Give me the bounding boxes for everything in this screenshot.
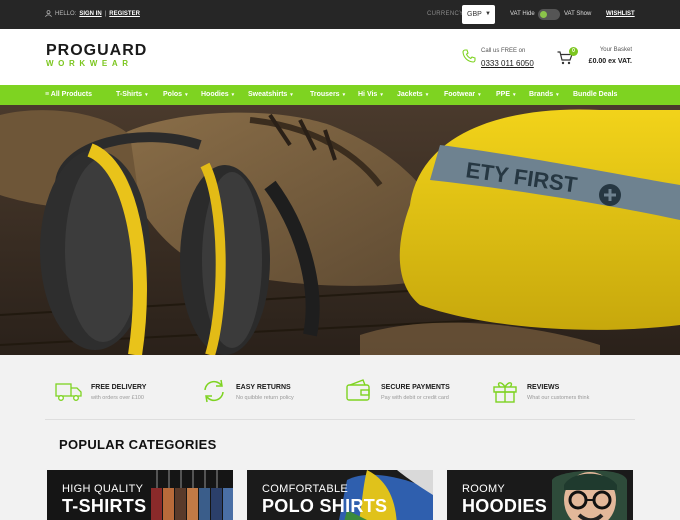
feature-title: EASY RETURNS	[236, 384, 291, 391]
top-bar: HELLO: SIGN IN | REGISTER CURRENCY GBP ▼…	[0, 0, 680, 29]
currency-select[interactable]: GBP ▼	[462, 5, 495, 24]
nav-label: All Products	[50, 91, 93, 98]
nav-label: PPE	[496, 91, 511, 98]
chevron-down-icon: ▾	[478, 92, 481, 98]
currency-label: CURRENCY	[427, 11, 464, 17]
basket-count-badge: 0	[569, 47, 578, 56]
feature-title: SECURE PAYMENTS	[381, 384, 450, 391]
nav-label: Brands	[529, 91, 554, 98]
chevron-down-icon: ▾	[185, 92, 188, 98]
wishlist-link[interactable]: WISHLIST	[606, 11, 635, 17]
main-nav: ≡ All Products T-Shirts ▾ Polos ▾ Hoodies ▾…	[0, 85, 680, 105]
features-bar: FREE DELIVERY with orders over £100 EASY…	[45, 372, 635, 420]
nav-item-trousers[interactable]: Trousers ▾	[310, 91, 345, 98]
category-card-hoodies[interactable]: ROOMY HOODIES	[447, 470, 633, 520]
nav-label: Bundle Deals	[573, 91, 618, 98]
chevron-down-icon: ▾	[290, 92, 293, 98]
nav-item-polos[interactable]: Polos ▾	[163, 91, 188, 98]
user-icon	[45, 10, 52, 17]
chevron-down-icon: ▾	[425, 92, 429, 98]
hero-banner[interactable]: ETY FIRST	[0, 105, 680, 355]
nav-label: Hi Vis	[358, 91, 378, 98]
nav-item-hoodies[interactable]: Hoodies ▾	[201, 91, 234, 98]
popular-categories-title: POPULAR CATEGORIES	[59, 437, 217, 452]
chevron-down-icon: ▾	[231, 92, 235, 98]
feature-subtitle: Pay with debit or credit card	[381, 395, 449, 401]
nav-item-bundle-deals[interactable]: Bundle Deals	[573, 91, 617, 98]
nav-item-t-shirts[interactable]: T-Shirts ▾	[116, 91, 148, 98]
vat-show-label: VAT Show	[564, 11, 592, 17]
nav-item-hi-vis[interactable]: Hi Vis ▾	[358, 91, 383, 98]
nav-item-ppe[interactable]: PPE ▾	[496, 91, 516, 98]
category-title: HOODIES	[462, 496, 548, 516]
logo-line2: WORKWEAR	[46, 59, 133, 68]
call-free-label: Call us FREE on	[481, 48, 526, 54]
basket-title: Your Basket	[599, 47, 632, 53]
feature-title: FREE DELIVERY	[91, 384, 147, 391]
feature-subtitle: with orders over £100	[91, 395, 144, 401]
truck-icon	[55, 383, 82, 401]
nav-label: T-Shirts	[116, 91, 143, 98]
category-subtitle: COMFORTABLE	[262, 483, 349, 495]
basket-total[interactable]: £0.00 ex VAT.	[589, 58, 632, 65]
nav-item-jackets[interactable]: Jackets ▾	[397, 91, 428, 98]
feature-title: REVIEWS	[527, 384, 560, 391]
nav-item-all-products[interactable]: ≡ All Products	[45, 91, 92, 98]
nav-label: Polos	[163, 91, 183, 98]
register-link[interactable]: REGISTER	[109, 11, 140, 17]
gift-icon	[493, 382, 517, 403]
currency-value: GBP	[467, 11, 482, 18]
account-links: HELLO: SIGN IN | REGISTER	[45, 10, 140, 17]
feature-subtitle: No quibble return policy	[236, 395, 294, 401]
wallet-icon	[346, 379, 370, 401]
nav-item-footwear[interactable]: Footwear ▾	[444, 91, 481, 98]
phone-icon	[462, 49, 476, 68]
category-subtitle: HIGH QUALITY	[62, 483, 144, 495]
chevron-down-icon: ▾	[556, 92, 559, 98]
toggle-knob	[540, 11, 547, 18]
chevron-down-icon: ▾	[145, 92, 148, 98]
nav-label: Jackets	[397, 91, 423, 98]
vat-hide-label: VAT Hide	[510, 11, 535, 17]
vat-toggle[interactable]	[538, 9, 560, 20]
nav-label: Trousers	[310, 91, 340, 98]
phone-number-link[interactable]: 0333 011 6050	[481, 59, 534, 68]
hello-label: HELLO:	[55, 10, 77, 17]
nav-label: Sweatshirts	[248, 91, 288, 98]
category-subtitle: ROOMY	[462, 483, 506, 495]
chevron-down-icon: ▾	[342, 92, 346, 98]
refresh-icon	[204, 379, 224, 403]
site-logo[interactable]: PROGUARD WORKWEAR	[46, 42, 148, 69]
nav-item-sweatshirts[interactable]: Sweatshirts ▾	[248, 91, 293, 98]
logo-line1: PROGUARD	[46, 42, 148, 59]
nav-label: Hoodies	[201, 91, 229, 98]
chevron-down-icon: ▾	[380, 92, 383, 98]
feature-subtitle: What our customers think	[527, 395, 590, 401]
nav-label: Footwear	[444, 91, 476, 98]
chevron-down-icon: ▼	[485, 11, 491, 17]
hero-image: ETY FIRST	[0, 105, 680, 355]
link-separator: |	[104, 10, 107, 17]
nav-item-brands[interactable]: Brands ▾	[529, 91, 559, 98]
category-title: POLO SHIRTS	[262, 496, 388, 516]
site-header: PROGUARD WORKWEAR Call us FREE on 0333 0…	[0, 29, 680, 85]
sign-in-link[interactable]: SIGN IN	[79, 11, 101, 17]
category-title: T-SHIRTS	[62, 496, 147, 516]
category-card-t-shirts[interactable]: HIGH QUALITY T-SHIRTS	[47, 470, 233, 520]
category-card-polo-shirts[interactable]: COMFORTABLE POLO SHIRTS	[247, 470, 433, 520]
chevron-down-icon: ▾	[513, 92, 516, 98]
